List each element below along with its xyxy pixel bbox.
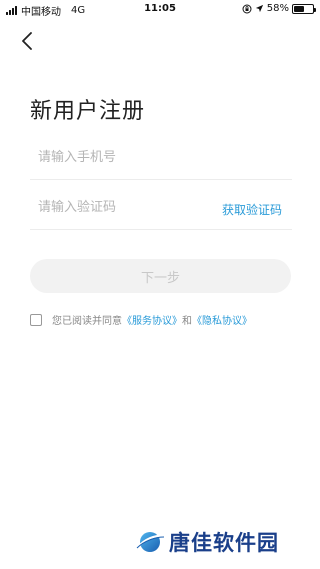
agreement-conjunction: 和: [182, 316, 192, 327]
get-code-button[interactable]: 获取验证码: [222, 201, 282, 218]
privacy-agreement-link[interactable]: 《隐私协议》: [192, 312, 252, 327]
back-button[interactable]: [16, 28, 38, 54]
phone-input[interactable]: [30, 136, 200, 179]
watermark-text: 唐佳软件园: [169, 531, 279, 555]
chevron-left-icon: [22, 32, 32, 50]
watermark-logo-icon: [136, 532, 165, 552]
battery-fill: [294, 5, 305, 12]
phone-field: [30, 136, 292, 180]
agreement-row: 您已阅读并同意 《服务协议》 和 《隐私协议》: [30, 312, 252, 327]
next-button[interactable]: 下一步: [30, 259, 291, 293]
code-field: 获取验证码: [30, 186, 292, 230]
location-arrow-icon: [255, 4, 263, 13]
battery-icon: [292, 3, 316, 14]
watermark: 唐佳软件园: [135, 527, 279, 557]
agreement-checkbox[interactable]: [30, 313, 42, 326]
status-right: 58%: [242, 3, 316, 14]
verification-code-input[interactable]: [30, 186, 200, 229]
page-title: 新用户注册: [30, 99, 146, 124]
battery-percent: 58%: [266, 3, 289, 14]
service-agreement-link[interactable]: 《服务协议》: [122, 312, 182, 327]
orientation-lock-icon: [242, 4, 252, 13]
agreement-prefix: 您已阅读并同意: [52, 316, 122, 327]
status-bar: 中国移动 4G 11:05 58%: [0, 0, 320, 18]
